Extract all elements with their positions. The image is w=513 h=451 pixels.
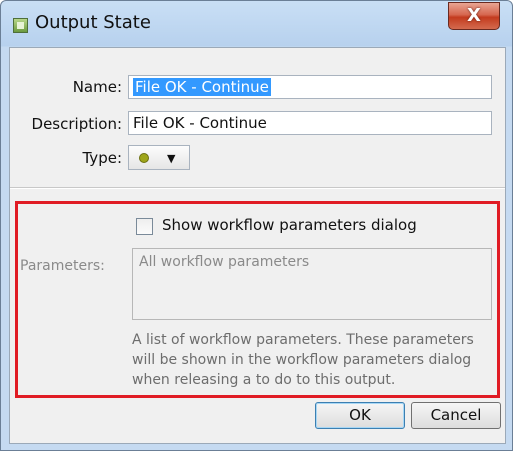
name-label: Name:: [72, 78, 122, 96]
chevron-down-icon: ▼: [167, 152, 176, 165]
app-icon: [13, 18, 28, 33]
type-label: Type:: [82, 149, 122, 167]
cancel-button[interactable]: Cancel: [411, 402, 501, 429]
parameters-label: Parameters:: [20, 258, 105, 274]
title-bar[interactable]: Output State X: [1, 1, 512, 47]
show-parameters-checkbox[interactable]: [136, 218, 153, 235]
type-select[interactable]: ▼: [128, 145, 190, 170]
show-parameters-label[interactable]: Show workflow parameters dialog: [162, 216, 417, 234]
parameters-help-text: A list of workflow parameters. These par…: [132, 332, 474, 388]
close-button[interactable]: X: [448, 2, 500, 30]
output-state-dialog: Output State X Name: File OK - Continue …: [0, 0, 513, 451]
ok-button[interactable]: OK: [315, 402, 405, 429]
description-field[interactable]: File OK - Continue: [128, 111, 492, 135]
name-value: File OK - Continue: [133, 78, 271, 96]
name-field[interactable]: File OK - Continue: [128, 75, 492, 99]
description-label: Description:: [31, 115, 122, 133]
parameters-list: All workflow parameters: [132, 248, 492, 320]
parameters-list-text: All workflow parameters: [139, 254, 310, 270]
window-title: Output State: [35, 12, 151, 33]
dialog-body: Name: File OK - Continue Description: Fi…: [9, 47, 506, 444]
status-dot-icon: [139, 153, 149, 163]
separator: [10, 187, 505, 189]
